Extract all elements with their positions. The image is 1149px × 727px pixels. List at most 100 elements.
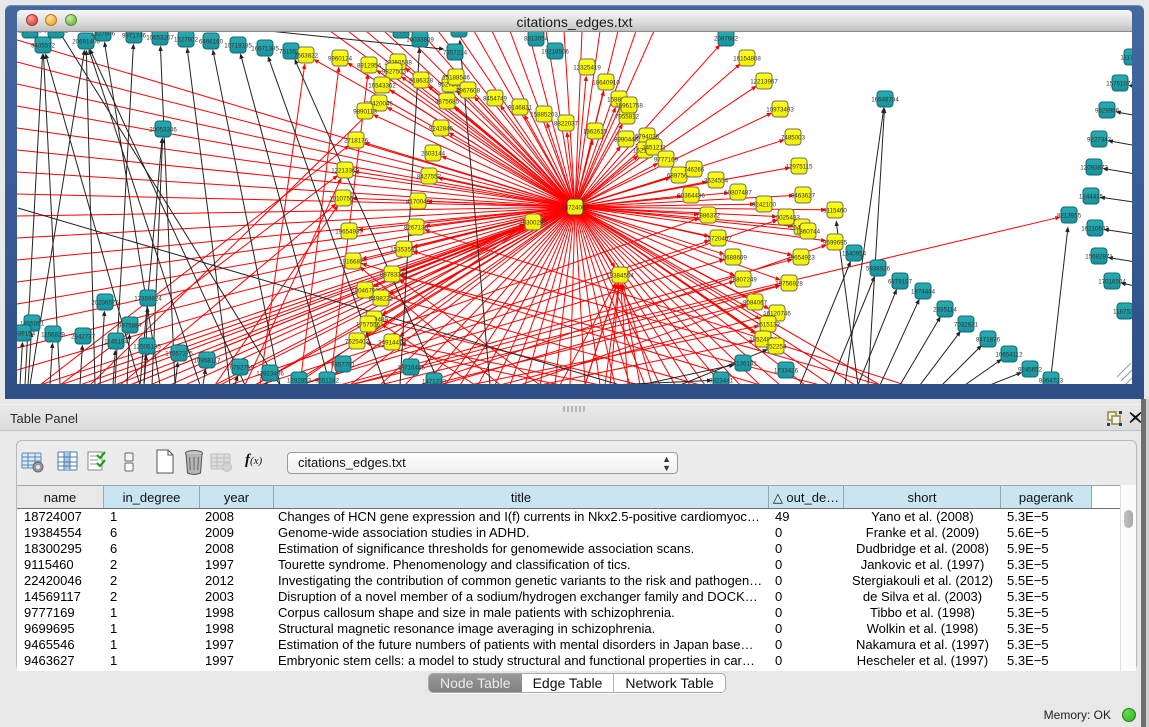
svg-text:17359924: 17359924 — [134, 296, 162, 303]
svg-text:1757556: 1757556 — [356, 322, 381, 329]
svg-text:10958117: 10958117 — [193, 358, 221, 365]
svg-text:1733426: 1733426 — [774, 368, 799, 375]
svg-text:7986372: 7986372 — [696, 213, 721, 220]
svg-text:1527602: 1527602 — [174, 37, 199, 44]
svg-text:9084067: 9084067 — [743, 300, 768, 307]
svg-text:15188546: 15188546 — [442, 75, 470, 82]
svg-text:9242100: 9242100 — [752, 202, 777, 209]
svg-text:1145194: 1145194 — [104, 339, 128, 346]
svg-text:746266: 746266 — [684, 167, 705, 174]
svg-text:20364436: 20364436 — [677, 193, 705, 200]
svg-text:15885203: 15885203 — [530, 112, 558, 119]
svg-text:12213967: 12213967 — [750, 79, 778, 86]
svg-text:8498222: 8498222 — [369, 296, 394, 303]
svg-text:9827503: 9827503 — [382, 69, 407, 76]
svg-text:17016504: 17016504 — [1098, 279, 1126, 286]
svg-text:9971746: 9971746 — [122, 33, 147, 40]
svg-text:1156829: 1156829 — [41, 332, 65, 339]
svg-text:6466160: 6466160 — [199, 39, 224, 46]
svg-text:8186328: 8186328 — [409, 78, 434, 85]
svg-text:2967608: 2967608 — [456, 88, 481, 95]
svg-text:8912954: 8912954 — [357, 63, 382, 70]
svg-text:19218506: 19218506 — [541, 49, 569, 56]
svg-text:2942737: 2942737 — [71, 334, 96, 341]
svg-text:14136141: 14136141 — [729, 361, 757, 368]
svg-text:15692971: 15692971 — [1085, 254, 1113, 261]
svg-text:16671385: 16671385 — [251, 46, 279, 53]
svg-text:8213955: 8213955 — [1057, 213, 1082, 220]
svg-text:10807487: 10807487 — [724, 190, 752, 197]
svg-text:8427552: 8427552 — [417, 174, 442, 181]
svg-text:16210643: 16210643 — [1081, 226, 1109, 233]
svg-text:1117278: 1117278 — [1120, 55, 1132, 62]
svg-text:16543362: 16543362 — [368, 83, 396, 90]
svg-text:1939154: 1939154 — [17, 331, 36, 338]
svg-text:1860744: 1860744 — [796, 229, 821, 236]
svg-text:7357224: 7357224 — [443, 50, 468, 57]
svg-text:1827606: 1827606 — [91, 32, 116, 38]
svg-text:2603144: 2603144 — [421, 151, 446, 158]
svg-text:4170046: 4170046 — [406, 199, 431, 206]
svg-text:10107554: 10107554 — [329, 196, 357, 203]
svg-text:18724007: 18724007 — [561, 205, 589, 212]
svg-text:7485003: 7485003 — [781, 135, 806, 142]
svg-text:5938926: 5938926 — [866, 266, 891, 273]
svg-text:3875685: 3875685 — [435, 99, 460, 106]
svg-text:9405572: 9405572 — [44, 32, 69, 35]
svg-text:3624554: 3624554 — [704, 178, 729, 185]
svg-text:19654933: 19654933 — [335, 229, 363, 236]
svg-text:2718176: 2718176 — [344, 138, 369, 145]
svg-text:8878334: 8878334 — [380, 272, 405, 279]
svg-text:1362615: 1362615 — [583, 129, 608, 136]
svg-text:6879197: 6879197 — [888, 279, 913, 286]
svg-text:14914479: 14914479 — [378, 340, 406, 347]
svg-text:9699695: 9699695 — [823, 240, 848, 247]
svg-text:9923441: 9923441 — [709, 378, 734, 385]
svg-text:15751074: 15751074 — [1106, 81, 1132, 88]
svg-text:15353594: 15353594 — [390, 247, 418, 254]
svg-text:16961758: 16961758 — [615, 103, 643, 110]
svg-text:15716485: 15716485 — [397, 365, 425, 372]
svg-text:18300295: 18300295 — [519, 220, 547, 227]
svg-text:9329966: 9329966 — [1095, 108, 1120, 115]
svg-text:20206576: 20206576 — [91, 300, 119, 307]
svg-text:2451211: 2451211 — [642, 145, 666, 152]
svg-text:19756928: 19756928 — [775, 281, 803, 288]
svg-text:9405572: 9405572 — [31, 43, 56, 50]
svg-text:9242845: 9242845 — [429, 126, 454, 133]
svg-text:12505135: 12505135 — [133, 344, 161, 351]
svg-text:8813054: 8813054 — [524, 36, 549, 43]
svg-text:7154893: 7154893 — [447, 32, 472, 34]
svg-text:1471233: 1471233 — [422, 379, 447, 385]
svg-text:10719185: 10719185 — [224, 43, 252, 50]
svg-text:7625402: 7625402 — [345, 339, 370, 346]
svg-text:2935114: 2935114 — [933, 307, 957, 314]
svg-text:8471876: 8471876 — [976, 337, 1001, 344]
svg-text:18640910: 18640910 — [592, 80, 620, 87]
svg-text:7663822: 7663822 — [294, 53, 319, 60]
svg-text:1640954: 1640954 — [842, 251, 867, 258]
svg-text:8267130: 8267130 — [404, 225, 429, 232]
svg-text:1167534: 1167534 — [1113, 309, 1132, 316]
svg-text:9960124: 9960124 — [328, 56, 353, 63]
svg-text:9551242: 9551242 — [315, 378, 340, 385]
svg-text:9227342: 9227342 — [1087, 137, 1112, 144]
svg-text:17957275: 17957275 — [165, 351, 193, 358]
svg-text:9115460: 9115460 — [823, 208, 847, 215]
svg-text:1292853: 1292853 — [287, 378, 312, 385]
svg-text:1604485: 1604485 — [18, 32, 43, 35]
svg-text:16782759: 16782759 — [226, 365, 254, 372]
svg-text:9890113: 9890113 — [353, 109, 377, 116]
svg-text:10973493: 10973493 — [766, 107, 794, 114]
svg-text:7955812: 7955812 — [615, 114, 640, 121]
svg-text:7032621: 7032621 — [954, 322, 979, 329]
svg-text:1803168: 1803168 — [389, 32, 414, 35]
svg-text:9146821: 9146821 — [508, 105, 533, 112]
svg-text:16154808: 16154808 — [733, 56, 761, 63]
svg-text:8964733: 8964733 — [1039, 378, 1064, 385]
svg-text:9463627: 9463627 — [791, 193, 816, 200]
svg-text:12213369: 12213369 — [331, 168, 359, 175]
svg-text:8454749: 8454749 — [483, 96, 508, 103]
svg-text:9777169: 9777169 — [654, 157, 679, 164]
svg-text:15720407: 15720407 — [704, 236, 732, 243]
